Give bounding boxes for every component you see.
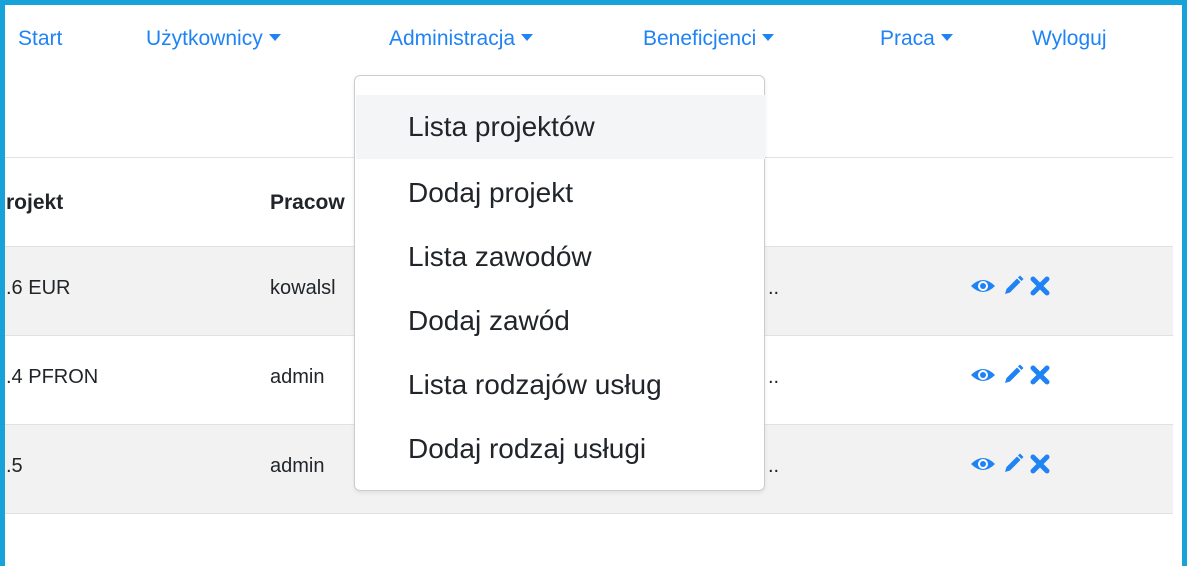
cell-employee: kowalsl <box>270 277 336 299</box>
row-actions <box>970 364 1050 386</box>
eye-icon[interactable] <box>970 454 996 474</box>
menu-item-add-service-type[interactable]: Dodaj rodzaj usługi <box>356 417 765 481</box>
eye-icon[interactable] <box>970 365 996 385</box>
cell-truncated: .. <box>768 277 780 299</box>
caret-down-icon <box>268 34 281 41</box>
pencil-icon[interactable] <box>1002 275 1024 297</box>
pencil-icon[interactable] <box>1002 364 1024 386</box>
row-actions <box>970 453 1050 475</box>
menu-item-profession-list[interactable]: Lista zawodów <box>356 225 765 289</box>
cell-truncated: .. <box>768 366 780 388</box>
nav-beneficiaries[interactable]: Beneficjenci <box>643 26 775 52</box>
cell-employee: admin <box>270 366 325 388</box>
caret-down-icon <box>940 34 953 41</box>
nav-work-label: Praca <box>880 27 935 50</box>
administration-dropdown-menu: Lista projektów Dodaj projekt Lista zawo… <box>354 75 765 491</box>
eye-icon[interactable] <box>970 276 996 296</box>
caret-down-icon <box>521 34 534 41</box>
cell-project: .5 <box>6 455 23 477</box>
menu-item-add-project[interactable]: Dodaj projekt <box>356 161 765 225</box>
menu-item-add-profession[interactable]: Dodaj zawód <box>356 289 765 353</box>
cell-employee: admin <box>270 455 325 477</box>
close-icon[interactable] <box>1030 276 1050 296</box>
nav-administration-label: Administracja <box>389 27 516 50</box>
nav-users-label: Użytkownicy <box>146 27 263 50</box>
close-icon[interactable] <box>1030 454 1050 474</box>
pencil-icon[interactable] <box>1002 453 1024 475</box>
cell-project: .6 EUR <box>6 277 71 299</box>
caret-down-icon <box>762 34 775 41</box>
cell-project: .4 PFRON <box>6 366 99 388</box>
nav-work[interactable]: Praca <box>880 26 953 52</box>
nav-beneficiaries-label: Beneficjenci <box>643 27 757 50</box>
menu-item-service-type-list[interactable]: Lista rodzajów usług <box>356 353 765 417</box>
nav-users[interactable]: Użytkownicy <box>146 26 281 52</box>
row-actions <box>970 275 1050 297</box>
menu-item-project-list[interactable]: Lista projektów <box>356 95 765 159</box>
close-icon[interactable] <box>1030 365 1050 385</box>
nav-logout[interactable]: Wyloguj <box>1032 26 1107 52</box>
cell-truncated: .. <box>768 455 780 477</box>
column-header-employee: Pracow <box>270 191 345 214</box>
top-navbar: Start Użytkownicy Administracja Beneficj… <box>0 0 1187 80</box>
nav-administration[interactable]: Administracja <box>389 26 534 52</box>
column-header-project: rojekt <box>6 191 64 214</box>
nav-start[interactable]: Start <box>18 26 62 52</box>
